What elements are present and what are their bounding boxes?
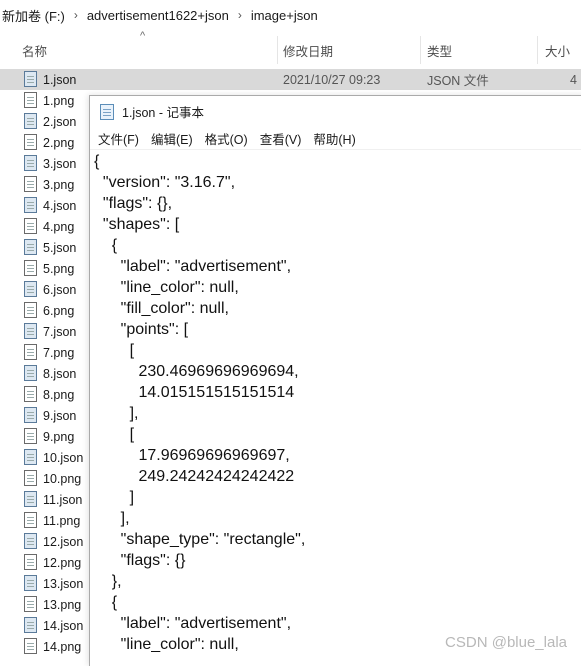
file-name: 11.json xyxy=(43,492,83,507)
column-header-modified[interactable]: 修改日期 xyxy=(283,36,420,64)
png-file-icon xyxy=(24,638,37,654)
breadcrumb: 新加卷 (F:) › advertisement1622+json › imag… xyxy=(0,0,581,30)
png-file-icon xyxy=(24,344,37,360)
file-name: 9.png xyxy=(43,429,75,444)
png-file-icon xyxy=(24,596,37,612)
png-file-icon xyxy=(24,554,37,570)
file-name: 10.json xyxy=(43,450,84,465)
file-name: 3.json xyxy=(43,156,77,171)
file-name: 13.json xyxy=(43,576,84,591)
file-name: 8.png xyxy=(43,387,75,402)
png-file-icon xyxy=(24,428,37,444)
notepad-window[interactable]: 1.json - 记事本 文件(F) 编辑(E) 格式(O) 查看(V) 帮助(… xyxy=(89,95,581,666)
file-name: 3.png xyxy=(43,177,75,192)
notepad-app-icon xyxy=(100,103,114,120)
json-file-icon xyxy=(24,155,37,171)
json-file-icon xyxy=(24,323,37,339)
file-modified-date: 2021/10/27 09:23 xyxy=(283,72,381,87)
file-size: 4 xyxy=(570,72,577,87)
notepad-menubar: 文件(F) 编辑(E) 格式(O) 查看(V) 帮助(H) xyxy=(90,127,581,150)
file-name: 13.png xyxy=(43,597,82,612)
json-file-icon xyxy=(24,407,37,423)
file-name: 7.png xyxy=(43,345,75,360)
file-name: 10.png xyxy=(43,471,82,486)
column-header-name[interactable]: 名称 xyxy=(22,36,278,64)
file-name: 6.json xyxy=(43,282,77,297)
file-name: 12.json xyxy=(43,534,84,549)
file-row[interactable]: 1.json 2021/10/27 09:23 JSON 文件 4 xyxy=(0,69,581,90)
column-divider[interactable] xyxy=(420,36,421,64)
notepad-title: 1.json - 记事本 xyxy=(122,106,204,120)
chevron-right-icon[interactable]: › xyxy=(67,8,85,22)
file-name: 8.json xyxy=(43,366,77,381)
png-file-icon xyxy=(24,512,37,528)
column-divider[interactable] xyxy=(277,36,278,64)
png-file-icon xyxy=(24,302,37,318)
menu-help[interactable]: 帮助(H) xyxy=(313,129,355,148)
file-name: 2.json xyxy=(43,114,77,129)
breadcrumb-folder-current[interactable]: image+json xyxy=(249,8,320,23)
png-file-icon xyxy=(24,92,37,108)
column-divider[interactable] xyxy=(537,36,538,64)
notepad-text-area[interactable]: { "version": "3.16.7", "flags": {}, "sha… xyxy=(90,149,581,666)
file-name: 6.png xyxy=(43,303,75,318)
json-file-icon xyxy=(24,533,37,549)
watermark: CSDN @blue_lala xyxy=(445,634,567,651)
column-header-size[interactable]: 大小 xyxy=(545,36,581,64)
menu-file[interactable]: 文件(F) xyxy=(98,129,139,148)
notepad-titlebar[interactable]: 1.json - 记事本 xyxy=(90,96,581,127)
file-name: 11.png xyxy=(43,513,81,528)
column-header-type[interactable]: 类型 xyxy=(427,36,537,64)
json-file-icon xyxy=(24,281,37,297)
json-file-icon xyxy=(24,491,37,507)
file-name: 12.png xyxy=(43,555,82,570)
file-name: 1.png xyxy=(43,93,75,108)
file-name: 14.png xyxy=(43,639,82,654)
json-file-icon xyxy=(24,197,37,213)
json-file-icon xyxy=(24,71,37,87)
breadcrumb-drive[interactable]: 新加卷 (F:) xyxy=(0,6,67,25)
chevron-right-icon[interactable]: › xyxy=(231,8,249,22)
json-file-icon xyxy=(24,113,37,129)
file-name: 1.json xyxy=(43,72,77,87)
menu-edit[interactable]: 编辑(E) xyxy=(151,129,193,148)
file-name: 5.json xyxy=(43,240,77,255)
file-name: 4.json xyxy=(43,198,77,213)
breadcrumb-folder-dataset[interactable]: advertisement1622+json xyxy=(85,8,231,23)
json-file-icon xyxy=(24,449,37,465)
json-file-icon xyxy=(24,365,37,381)
file-name: 7.json xyxy=(43,324,77,339)
file-name: 2.png xyxy=(43,135,75,150)
json-file-icon xyxy=(24,575,37,591)
file-name: 5.png xyxy=(43,261,75,276)
file-name: 4.png xyxy=(43,219,75,234)
menu-format[interactable]: 格式(O) xyxy=(205,129,248,148)
png-file-icon xyxy=(24,134,37,150)
file-type: JSON 文件 xyxy=(427,74,489,88)
file-name: 14.json xyxy=(43,618,84,633)
png-file-icon xyxy=(24,176,37,192)
png-file-icon xyxy=(24,470,37,486)
file-name: 9.json xyxy=(43,408,77,423)
json-file-icon xyxy=(24,617,37,633)
menu-view[interactable]: 查看(V) xyxy=(260,129,302,148)
json-file-icon xyxy=(24,239,37,255)
png-file-icon xyxy=(24,386,37,402)
png-file-icon xyxy=(24,260,37,276)
png-file-icon xyxy=(24,218,37,234)
